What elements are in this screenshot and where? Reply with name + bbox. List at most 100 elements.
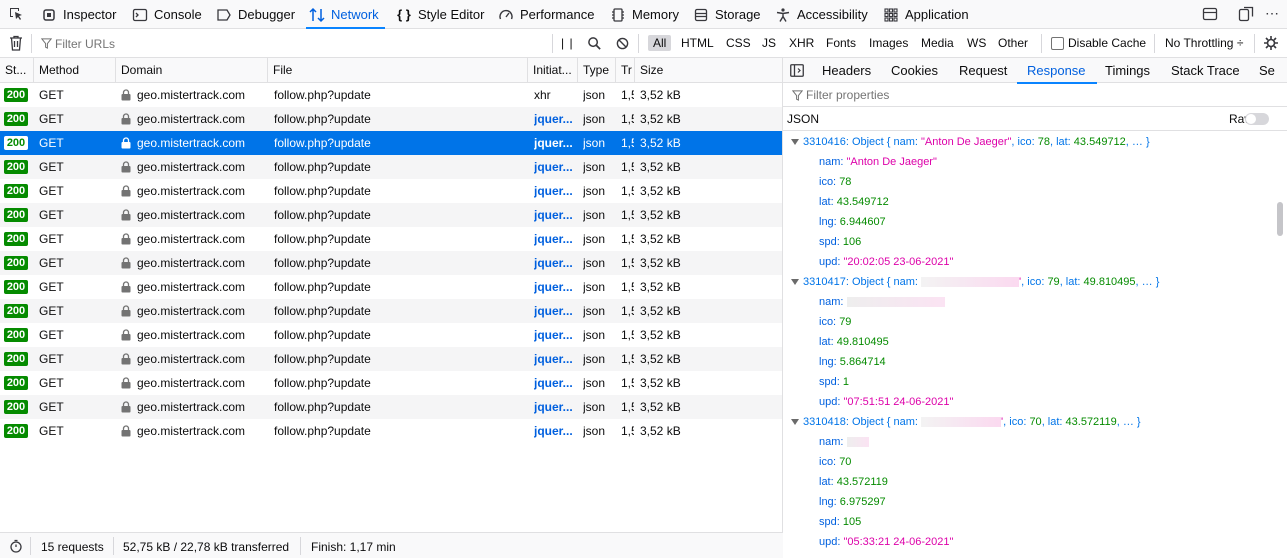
- table-row[interactable]: 200 GET geo.mistertrack.com follow.php?upda…: [0, 275, 782, 299]
- tab-inspector[interactable]: Inspector: [41, 0, 116, 29]
- initiator-cell[interactable]: jquer...: [534, 179, 577, 203]
- tab-application[interactable]: Application: [883, 0, 969, 29]
- json-header-bar: JSON Raw: [783, 107, 1287, 131]
- expand-twisty-icon[interactable]: [791, 139, 799, 145]
- filter-icon: [792, 90, 803, 101]
- tab-performance[interactable]: Performance: [498, 0, 594, 29]
- table-row[interactable]: 200 GET geo.mistertrack.com follow.php?upda…: [0, 347, 782, 371]
- json-property-value: 6.944607: [839, 216, 886, 228]
- filter-type-fonts[interactable]: Fonts: [826, 36, 856, 50]
- table-row[interactable]: 200 GET geo.mistertrack.com follow.php?upda…: [0, 371, 782, 395]
- disable-cache-checkbox[interactable]: [1051, 37, 1064, 50]
- column-header-type[interactable]: Type: [578, 58, 616, 83]
- initiator-cell[interactable]: jquer...: [534, 323, 577, 347]
- json-object-key: 3310417: [803, 276, 846, 288]
- table-row[interactable]: 200 GET geo.mistertrack.com follow.php?upda…: [0, 155, 782, 179]
- block-icon[interactable]: [616, 37, 629, 50]
- gear-icon[interactable]: [1263, 35, 1279, 51]
- table-row[interactable]: 200 GET geo.mistertrack.com follow.php?upda…: [0, 83, 782, 107]
- pause-button[interactable]: | |: [561, 36, 574, 50]
- lock-icon: [121, 209, 131, 221]
- trash-icon[interactable]: [9, 35, 23, 51]
- method-cell: GET: [39, 232, 64, 246]
- initiator-cell[interactable]: jquer...: [534, 251, 577, 275]
- initiator-cell[interactable]: jquer...: [534, 155, 577, 179]
- domain-cell: geo.mistertrack.com: [137, 400, 246, 414]
- column-header-method[interactable]: Method: [34, 58, 116, 83]
- filter-properties-input[interactable]: [806, 86, 1266, 104]
- filter-type-css[interactable]: CSS: [726, 36, 751, 50]
- tab-cookies[interactable]: Cookies: [891, 58, 938, 83]
- json-object-summary: 3310417: Object { nam: ', ico: 79, lat: …: [803, 276, 1160, 288]
- table-row[interactable]: 200 GET geo.mistertrack.com follow.php?upda…: [0, 179, 782, 203]
- expand-twisty-icon[interactable]: [791, 419, 799, 425]
- toggle-split-console-icon[interactable]: [1202, 6, 1218, 22]
- lock-icon: [121, 305, 131, 317]
- filter-type-xhr[interactable]: XHR: [789, 36, 814, 50]
- tab-console[interactable]: Console: [132, 0, 202, 29]
- initiator-cell[interactable]: jquer...: [534, 395, 577, 419]
- dock-options-icon[interactable]: [1238, 6, 1254, 22]
- initiator-cell[interactable]: jquer...: [534, 227, 577, 251]
- toggle-sidebar-icon[interactable]: [790, 64, 804, 77]
- tab-style-editor[interactable]: { } Style Editor: [396, 0, 484, 29]
- initiator-cell[interactable]: jquer...: [534, 107, 577, 131]
- tab-network[interactable]: Network: [306, 0, 385, 29]
- tab-accessibility[interactable]: Accessibility: [775, 0, 868, 29]
- initiator-cell[interactable]: jquer...: [534, 275, 577, 299]
- column-header-domain[interactable]: Domain: [116, 58, 268, 83]
- column-header-status[interactable]: St...: [0, 58, 34, 83]
- json-object-row[interactable]: 3310417: Object { nam: ', ico: 79, lat: …: [783, 272, 1273, 292]
- performance-analysis-icon[interactable]: [9, 539, 23, 553]
- tab-timings[interactable]: Timings: [1105, 58, 1150, 83]
- json-object-row[interactable]: 3310418: Object { nam: ', ico: 70, lat: …: [783, 412, 1273, 432]
- table-row[interactable]: 200 GET geo.mistertrack.com follow.php?upda…: [0, 227, 782, 251]
- table-row[interactable]: 200 GET geo.mistertrack.com follow.php?upda…: [0, 395, 782, 419]
- table-row[interactable]: 200 GET geo.mistertrack.com follow.php?upda…: [0, 251, 782, 275]
- tab-security[interactable]: Se: [1259, 58, 1275, 83]
- status-badge: 200: [4, 352, 28, 366]
- json-summary-ico: 78: [1037, 136, 1050, 148]
- element-picker-icon[interactable]: [8, 6, 24, 22]
- filter-type-images[interactable]: Images: [869, 36, 908, 50]
- expand-twisty-icon[interactable]: [791, 279, 799, 285]
- inspector-icon: [43, 8, 55, 21]
- initiator-cell[interactable]: jquer...: [534, 299, 577, 323]
- table-row[interactable]: 200 GET geo.mistertrack.com follow.php?upda…: [0, 107, 782, 131]
- filter-type-other[interactable]: Other: [998, 36, 1028, 50]
- more-options-icon[interactable]: ⋯: [1264, 5, 1280, 21]
- filter-type-html[interactable]: HTML: [681, 36, 714, 50]
- tab-response[interactable]: Response: [1017, 58, 1097, 84]
- column-header-transferred[interactable]: Tr: [616, 58, 635, 83]
- column-header-size[interactable]: Size: [635, 58, 782, 83]
- tab-storage[interactable]: Storage: [693, 0, 761, 29]
- tab-headers[interactable]: Headers: [822, 58, 871, 83]
- table-row[interactable]: 200 GET geo.mistertrack.com follow.php?upda…: [0, 419, 782, 443]
- initiator-cell[interactable]: jquer...: [534, 371, 577, 395]
- filter-type-media[interactable]: Media: [921, 36, 954, 50]
- column-header-initiator[interactable]: Initiat...: [528, 58, 578, 83]
- table-row[interactable]: 200 GET geo.mistertrack.com follow.php?upda…: [0, 203, 782, 227]
- json-object-row[interactable]: 3310416: Object { nam: "Anton De Jaeger"…: [783, 132, 1273, 152]
- column-header-file[interactable]: File: [268, 58, 528, 83]
- raw-toggle[interactable]: [1245, 113, 1269, 125]
- table-row[interactable]: 200 GET geo.mistertrack.com follow.php?upda…: [0, 299, 782, 323]
- search-icon[interactable]: [587, 36, 602, 51]
- filter-type-js[interactable]: JS: [762, 36, 776, 50]
- tab-stack-trace[interactable]: Stack Trace: [1171, 58, 1240, 83]
- scrollbar-thumb[interactable]: [1277, 202, 1283, 236]
- status-badge: 200: [4, 256, 28, 270]
- tab-debugger[interactable]: Debugger: [216, 0, 295, 29]
- tab-request[interactable]: Request: [959, 58, 1007, 83]
- filter-urls-input[interactable]: [55, 34, 535, 53]
- filter-type-all[interactable]: All: [648, 35, 672, 51]
- initiator-cell[interactable]: jquer...: [534, 347, 577, 371]
- initiator-cell[interactable]: jquer...: [534, 203, 577, 227]
- table-row[interactable]: 200 GET geo.mistertrack.com follow.php?upda…: [0, 131, 782, 155]
- table-row[interactable]: 200 GET geo.mistertrack.com follow.php?upda…: [0, 323, 782, 347]
- throttling-select[interactable]: No Throttling ÷: [1165, 36, 1243, 50]
- tab-memory[interactable]: Memory: [610, 0, 679, 29]
- initiator-cell[interactable]: jquer...: [534, 131, 577, 155]
- initiator-cell[interactable]: jquer...: [534, 419, 577, 443]
- filter-type-ws[interactable]: WS: [967, 36, 986, 50]
